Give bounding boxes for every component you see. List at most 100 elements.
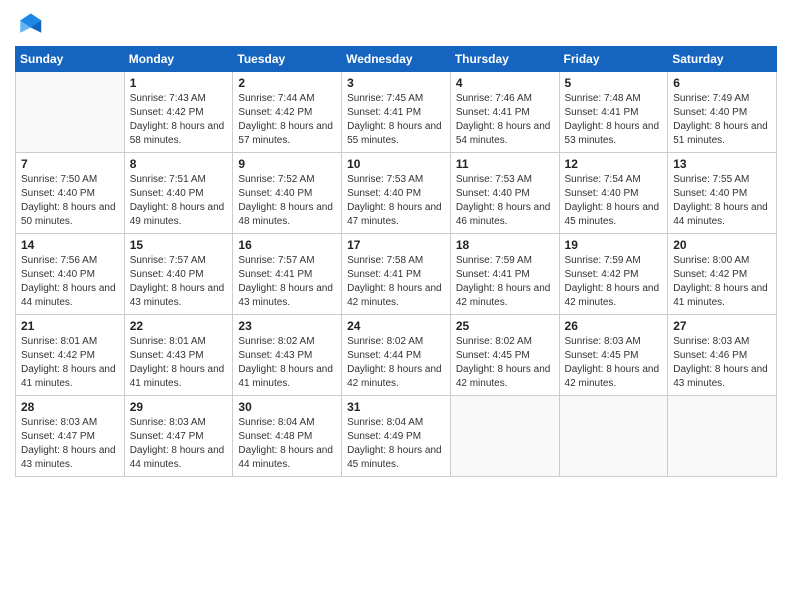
day-number: 14 bbox=[21, 238, 119, 252]
day-cell: 13 Sunrise: 7:55 AMSunset: 4:40 PMDayligh… bbox=[668, 153, 777, 234]
day-number: 5 bbox=[565, 76, 663, 90]
day-number: 6 bbox=[673, 76, 771, 90]
day-cell: 16 Sunrise: 7:57 AMSunset: 4:41 PMDayligh… bbox=[233, 234, 342, 315]
day-cell: 11 Sunrise: 7:53 AMSunset: 4:40 PMDayligh… bbox=[450, 153, 559, 234]
weekday-friday: Friday bbox=[559, 47, 668, 72]
day-cell: 18 Sunrise: 7:59 AMSunset: 4:41 PMDayligh… bbox=[450, 234, 559, 315]
day-cell bbox=[16, 72, 125, 153]
day-cell: 7 Sunrise: 7:50 AMSunset: 4:40 PMDaylight… bbox=[16, 153, 125, 234]
day-number: 26 bbox=[565, 319, 663, 333]
day-cell: 5 Sunrise: 7:48 AMSunset: 4:41 PMDaylight… bbox=[559, 72, 668, 153]
day-info: Sunrise: 7:57 AMSunset: 4:40 PMDaylight:… bbox=[130, 254, 228, 310]
day-number: 24 bbox=[347, 319, 445, 333]
weekday-header-row: SundayMondayTuesdayWednesdayThursdayFrid… bbox=[16, 47, 777, 72]
day-number: 12 bbox=[565, 157, 663, 171]
day-number: 10 bbox=[347, 157, 445, 171]
day-number: 18 bbox=[456, 238, 554, 252]
day-number: 7 bbox=[21, 157, 119, 171]
day-info: Sunrise: 7:51 AMSunset: 4:40 PMDaylight:… bbox=[130, 173, 228, 229]
day-info: Sunrise: 8:03 AMSunset: 4:47 PMDaylight:… bbox=[130, 416, 228, 472]
day-info: Sunrise: 7:53 AMSunset: 4:40 PMDaylight:… bbox=[347, 173, 445, 229]
day-number: 3 bbox=[347, 76, 445, 90]
week-row-1: 1 Sunrise: 7:43 AMSunset: 4:42 PMDaylight… bbox=[16, 72, 777, 153]
day-cell: 6 Sunrise: 7:49 AMSunset: 4:40 PMDaylight… bbox=[668, 72, 777, 153]
day-cell: 10 Sunrise: 7:53 AMSunset: 4:40 PMDayligh… bbox=[342, 153, 451, 234]
day-info: Sunrise: 8:02 AMSunset: 4:43 PMDaylight:… bbox=[238, 335, 336, 391]
day-number: 19 bbox=[565, 238, 663, 252]
week-row-3: 14 Sunrise: 7:56 AMSunset: 4:40 PMDayligh… bbox=[16, 234, 777, 315]
day-number: 27 bbox=[673, 319, 771, 333]
day-info: Sunrise: 7:55 AMSunset: 4:40 PMDaylight:… bbox=[673, 173, 771, 229]
day-number: 11 bbox=[456, 157, 554, 171]
day-cell: 4 Sunrise: 7:46 AMSunset: 4:41 PMDaylight… bbox=[450, 72, 559, 153]
week-row-5: 28 Sunrise: 8:03 AMSunset: 4:47 PMDayligh… bbox=[16, 396, 777, 477]
day-number: 15 bbox=[130, 238, 228, 252]
day-info: Sunrise: 7:46 AMSunset: 4:41 PMDaylight:… bbox=[456, 92, 554, 148]
day-info: Sunrise: 8:01 AMSunset: 4:42 PMDaylight:… bbox=[21, 335, 119, 391]
day-info: Sunrise: 8:00 AMSunset: 4:42 PMDaylight:… bbox=[673, 254, 771, 310]
day-number: 13 bbox=[673, 157, 771, 171]
day-info: Sunrise: 7:59 AMSunset: 4:41 PMDaylight:… bbox=[456, 254, 554, 310]
day-cell: 14 Sunrise: 7:56 AMSunset: 4:40 PMDayligh… bbox=[16, 234, 125, 315]
day-number: 23 bbox=[238, 319, 336, 333]
day-number: 30 bbox=[238, 400, 336, 414]
page: SundayMondayTuesdayWednesdayThursdayFrid… bbox=[0, 0, 792, 612]
day-cell bbox=[450, 396, 559, 477]
day-cell: 22Sunrise: 8:01 AMSunset: 4:43 PMDayligh… bbox=[124, 315, 233, 396]
day-number: 8 bbox=[130, 157, 228, 171]
weekday-saturday: Saturday bbox=[668, 47, 777, 72]
day-number: 22 bbox=[130, 319, 228, 333]
day-cell: 21 Sunrise: 8:01 AMSunset: 4:42 PMDayligh… bbox=[16, 315, 125, 396]
day-cell: 17 Sunrise: 7:58 AMSunset: 4:41 PMDayligh… bbox=[342, 234, 451, 315]
day-cell: 28 Sunrise: 8:03 AMSunset: 4:47 PMDayligh… bbox=[16, 396, 125, 477]
day-number: 28 bbox=[21, 400, 119, 414]
day-info: Sunrise: 7:52 AMSunset: 4:40 PMDaylight:… bbox=[238, 173, 336, 229]
day-cell: 24 Sunrise: 8:02 AMSunset: 4:44 PMDayligh… bbox=[342, 315, 451, 396]
day-number: 21 bbox=[21, 319, 119, 333]
day-number: 2 bbox=[238, 76, 336, 90]
weekday-sunday: Sunday bbox=[16, 47, 125, 72]
day-info: Sunrise: 8:02 AMSunset: 4:45 PMDaylight:… bbox=[456, 335, 554, 391]
day-info: Sunrise: 7:44 AMSunset: 4:42 PMDaylight:… bbox=[238, 92, 336, 148]
day-cell: 27Sunrise: 8:03 AMSunset: 4:46 PMDayligh… bbox=[668, 315, 777, 396]
day-info: Sunrise: 8:02 AMSunset: 4:44 PMDaylight:… bbox=[347, 335, 445, 391]
day-cell: 9 Sunrise: 7:52 AMSunset: 4:40 PMDaylight… bbox=[233, 153, 342, 234]
day-number: 31 bbox=[347, 400, 445, 414]
day-cell: 29Sunrise: 8:03 AMSunset: 4:47 PMDayligh… bbox=[124, 396, 233, 477]
day-info: Sunrise: 8:03 AMSunset: 4:47 PMDaylight:… bbox=[21, 416, 119, 472]
day-info: Sunrise: 7:48 AMSunset: 4:41 PMDaylight:… bbox=[565, 92, 663, 148]
day-number: 1 bbox=[130, 76, 228, 90]
day-number: 9 bbox=[238, 157, 336, 171]
day-cell: 25 Sunrise: 8:02 AMSunset: 4:45 PMDayligh… bbox=[450, 315, 559, 396]
week-row-2: 7 Sunrise: 7:50 AMSunset: 4:40 PMDaylight… bbox=[16, 153, 777, 234]
day-info: Sunrise: 7:43 AMSunset: 4:42 PMDaylight:… bbox=[130, 92, 228, 148]
day-cell: 23 Sunrise: 8:02 AMSunset: 4:43 PMDayligh… bbox=[233, 315, 342, 396]
day-info: Sunrise: 7:56 AMSunset: 4:40 PMDaylight:… bbox=[21, 254, 119, 310]
day-number: 25 bbox=[456, 319, 554, 333]
day-info: Sunrise: 7:59 AMSunset: 4:42 PMDaylight:… bbox=[565, 254, 663, 310]
weekday-tuesday: Tuesday bbox=[233, 47, 342, 72]
day-info: Sunrise: 7:53 AMSunset: 4:40 PMDaylight:… bbox=[456, 173, 554, 229]
day-cell: 30 Sunrise: 8:04 AMSunset: 4:48 PMDayligh… bbox=[233, 396, 342, 477]
day-info: Sunrise: 8:04 AMSunset: 4:48 PMDaylight:… bbox=[238, 416, 336, 472]
day-info: Sunrise: 8:04 AMSunset: 4:49 PMDaylight:… bbox=[347, 416, 445, 472]
day-cell: 15 Sunrise: 7:57 AMSunset: 4:40 PMDayligh… bbox=[124, 234, 233, 315]
day-cell: 26Sunrise: 8:03 AMSunset: 4:45 PMDayligh… bbox=[559, 315, 668, 396]
day-number: 16 bbox=[238, 238, 336, 252]
day-info: Sunrise: 7:49 AMSunset: 4:40 PMDaylight:… bbox=[673, 92, 771, 148]
day-cell bbox=[668, 396, 777, 477]
weekday-thursday: Thursday bbox=[450, 47, 559, 72]
day-info: Sunrise: 7:58 AMSunset: 4:41 PMDaylight:… bbox=[347, 254, 445, 310]
day-info: Sunrise: 7:45 AMSunset: 4:41 PMDaylight:… bbox=[347, 92, 445, 148]
day-cell: 3 Sunrise: 7:45 AMSunset: 4:41 PMDaylight… bbox=[342, 72, 451, 153]
week-row-4: 21 Sunrise: 8:01 AMSunset: 4:42 PMDayligh… bbox=[16, 315, 777, 396]
day-info: Sunrise: 7:57 AMSunset: 4:41 PMDaylight:… bbox=[238, 254, 336, 310]
day-number: 20 bbox=[673, 238, 771, 252]
weekday-wednesday: Wednesday bbox=[342, 47, 451, 72]
day-number: 17 bbox=[347, 238, 445, 252]
weekday-monday: Monday bbox=[124, 47, 233, 72]
day-cell: 31 Sunrise: 8:04 AMSunset: 4:49 PMDayligh… bbox=[342, 396, 451, 477]
day-number: 4 bbox=[456, 76, 554, 90]
day-info: Sunrise: 7:50 AMSunset: 4:40 PMDaylight:… bbox=[21, 173, 119, 229]
calendar: SundayMondayTuesdayWednesdayThursdayFrid… bbox=[15, 46, 777, 477]
